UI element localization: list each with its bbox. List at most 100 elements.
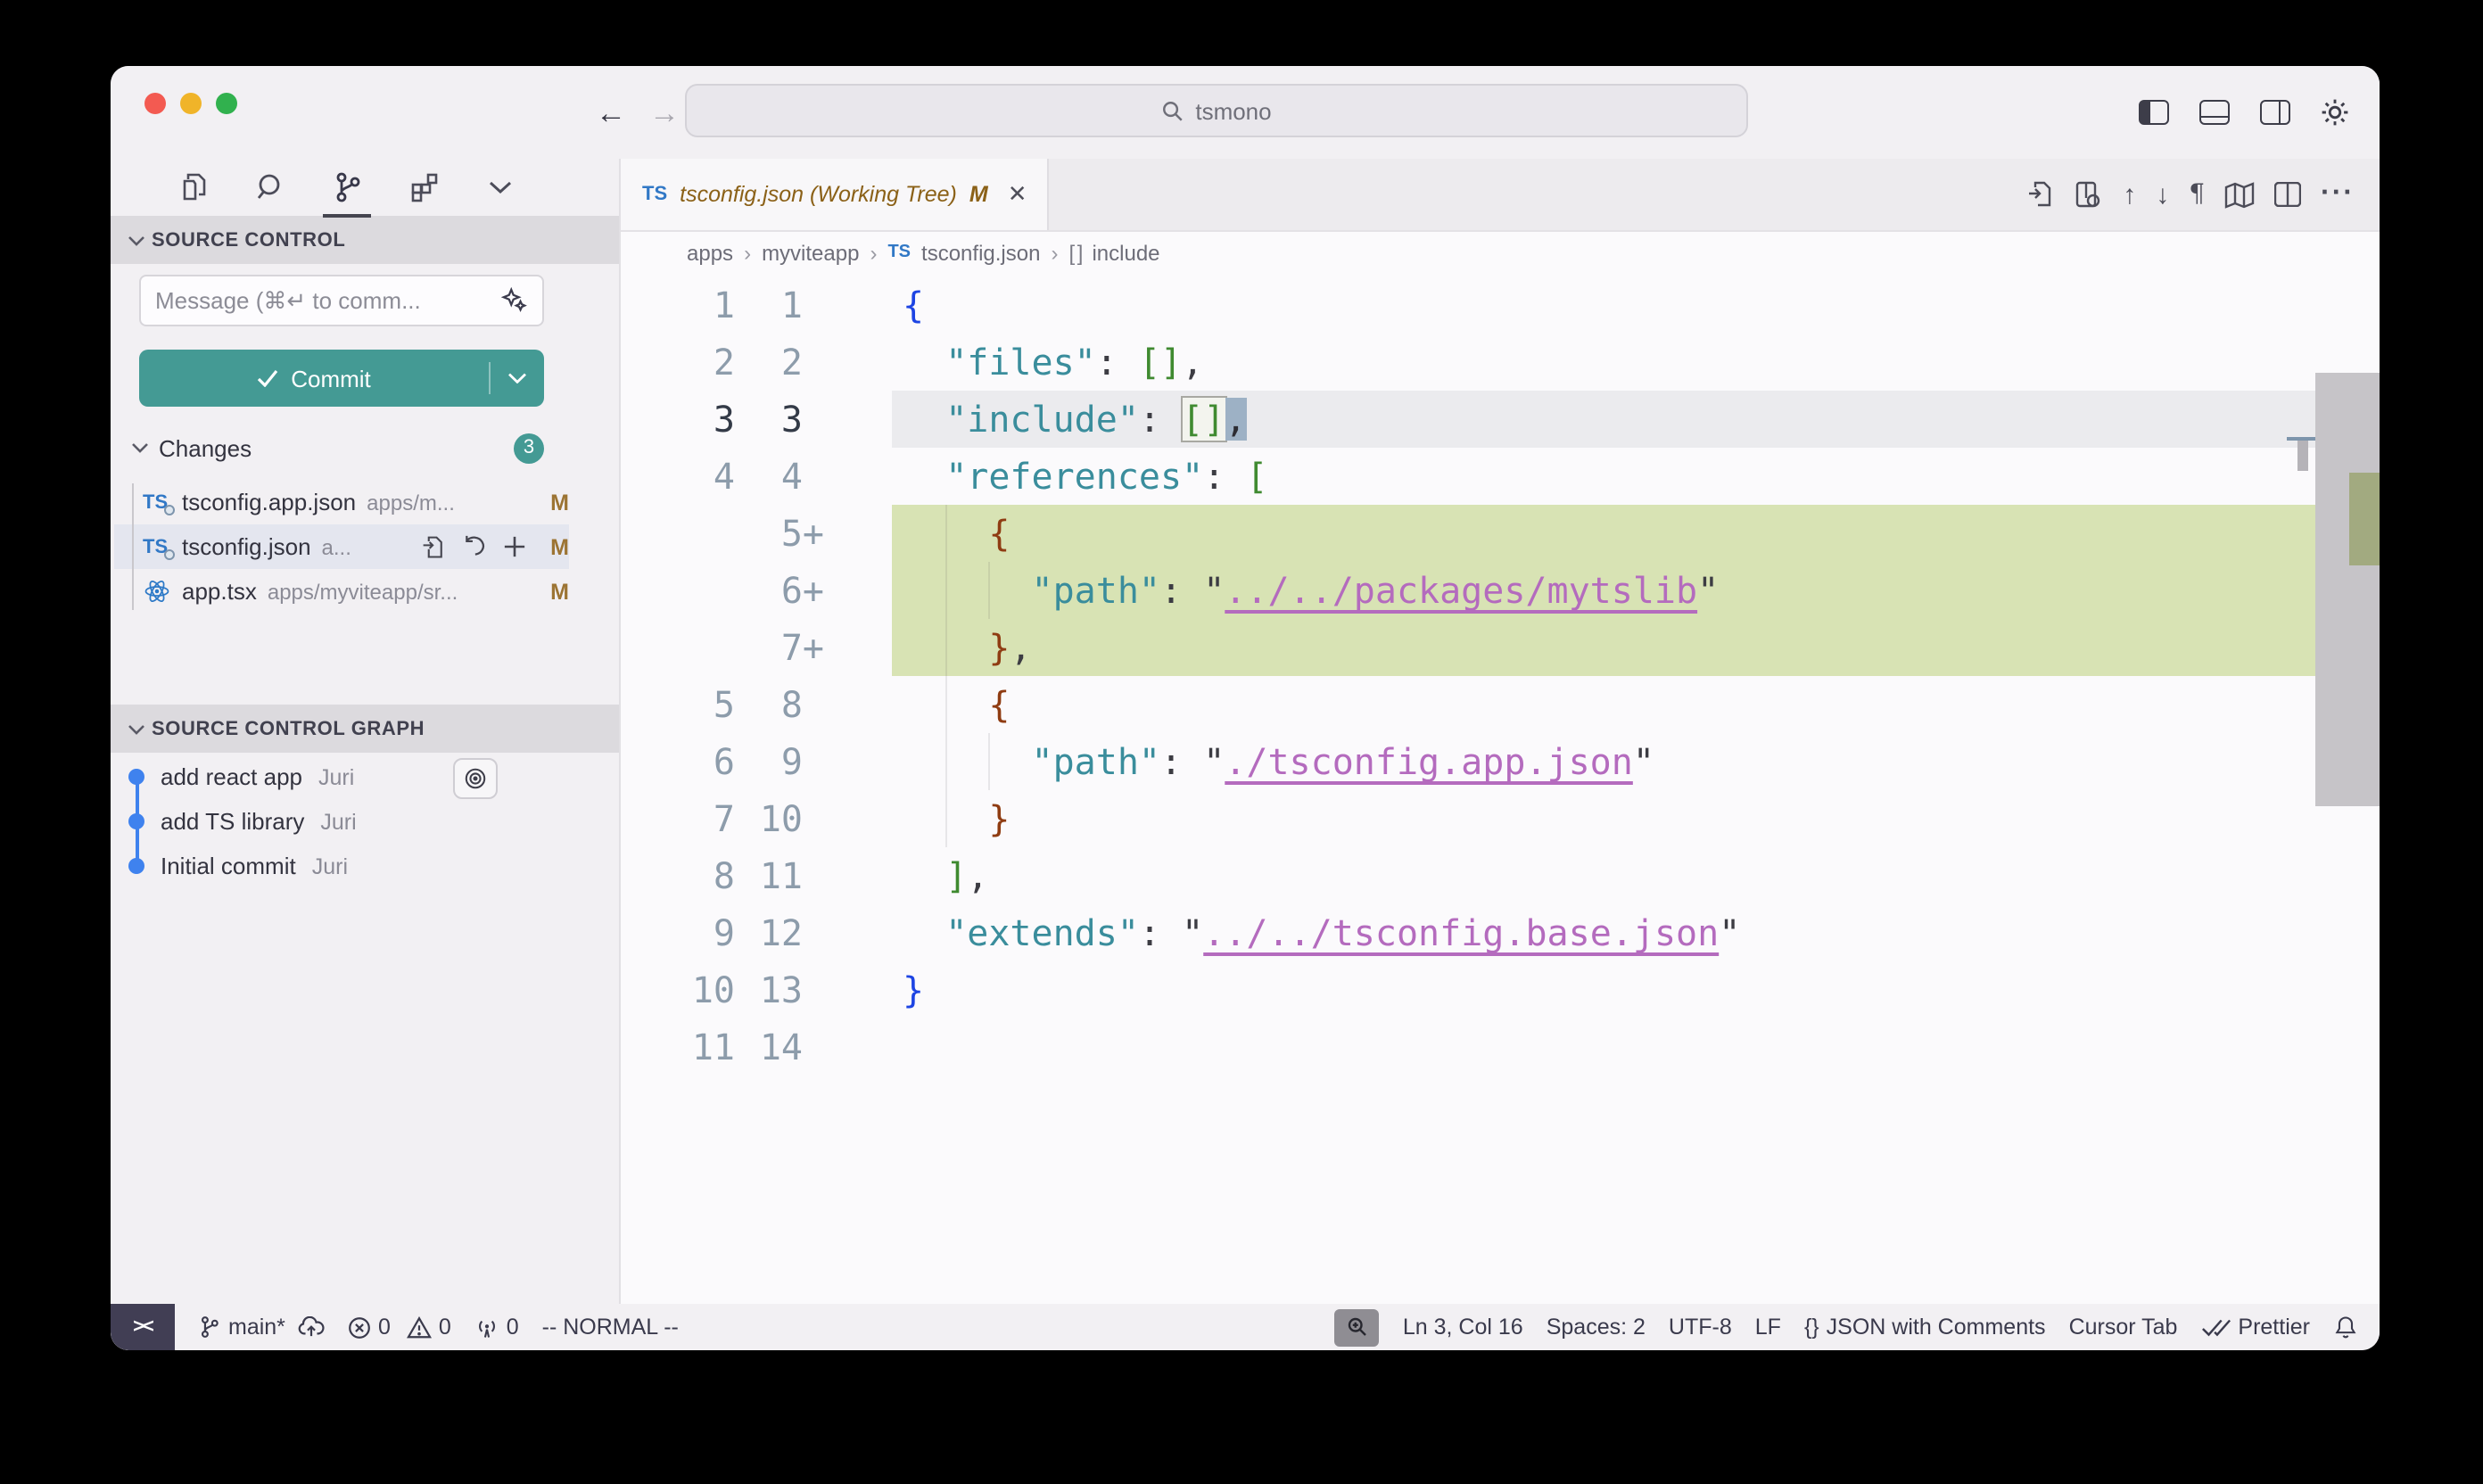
breadcrumb-tsconfig[interactable]: tsconfig.json	[921, 240, 1040, 265]
modified-line-number: 7+	[756, 619, 824, 676]
breadcrumb-myviteapp[interactable]: myviteapp	[762, 240, 859, 265]
commit-head-dot	[128, 769, 144, 785]
commit-dot	[128, 858, 144, 874]
code-line-2[interactable]: 22 "files": [],	[621, 334, 2380, 391]
extensions-icon[interactable]	[405, 169, 442, 206]
code-text: "path": "./tsconfig.app.json"	[824, 733, 2380, 790]
forward-icon[interactable]: →	[649, 97, 680, 128]
split-editor-icon[interactable]	[2274, 182, 2301, 207]
encoding: UTF-8	[1669, 1315, 1732, 1340]
commit-message: Initial commit	[161, 853, 296, 879]
zoom-status-item[interactable]	[1335, 1308, 1380, 1346]
commit-dropdown-chevron-icon[interactable]	[491, 350, 544, 407]
modified-line-number: 9	[756, 733, 824, 790]
command-center-search[interactable]: tsmono	[685, 84, 1748, 137]
sidebar: SOURCE CONTROL Message (⌘↵ to comm...	[111, 159, 621, 1304]
react-file-icon	[143, 578, 171, 605]
minimap-icon[interactable]	[2224, 181, 2255, 208]
goto-commit-target-icon[interactable]	[453, 758, 498, 799]
problems-status-item[interactable]: 0 0	[348, 1315, 451, 1340]
source-control-graph-header[interactable]: SOURCE CONTROL GRAPH	[111, 705, 619, 753]
encoding-status-item[interactable]: UTF-8	[1669, 1315, 1732, 1340]
file-path: a...	[322, 534, 351, 559]
formatter-status-item[interactable]: Prettier	[2200, 1315, 2310, 1340]
code-line-8[interactable]: 58 {	[621, 676, 2380, 733]
copilot-sparkle-icon[interactable]	[501, 287, 528, 314]
code-editor[interactable]: 11{22 "files": [],33 "include": [],44 "r…	[621, 273, 2380, 1304]
code-text: },	[824, 619, 2380, 676]
next-change-icon[interactable]: ↓	[2156, 179, 2169, 210]
scm-file-row-tsconfig.json[interactable]: TStsconfig.jsona...M	[114, 524, 569, 569]
eol-status-item[interactable]: LF	[1755, 1315, 1781, 1340]
changes-label: Changes	[159, 434, 252, 461]
close-tab-icon[interactable]: ✕	[1008, 180, 1027, 209]
toggle-primary-sidebar-icon[interactable]	[2137, 96, 2169, 128]
modified-line-number: 3	[756, 391, 824, 448]
source-control-view-icon[interactable]	[328, 169, 366, 206]
scm-file-row-tsconfig.app.json[interactable]: TStsconfig.app.jsonapps/m...M	[114, 480, 569, 524]
code-line-1[interactable]: 11{	[621, 276, 2380, 334]
search-view-icon[interactable]	[252, 169, 289, 206]
traffic-lights	[144, 93, 237, 114]
close-window-button[interactable]	[144, 93, 166, 114]
commit-button[interactable]: Commit	[139, 350, 544, 407]
cursor-position-status-item[interactable]: Ln 3, Col 16	[1403, 1315, 1523, 1340]
original-line-number	[621, 619, 756, 676]
toggle-whitespace-icon[interactable]: ¶	[2189, 180, 2205, 209]
code-line-13[interactable]: 1013}	[621, 961, 2380, 1018]
indentation: Spaces: 2	[1547, 1315, 1646, 1340]
branch-status-item[interactable]: main*	[198, 1315, 325, 1340]
commit-row-2[interactable]: add TS libraryJuri	[114, 799, 569, 844]
language-mode-status-item[interactable]: {} JSON with Comments	[1804, 1315, 2046, 1340]
source-control-section-header[interactable]: SOURCE CONTROL	[111, 216, 619, 264]
scm-file-row-app.tsx[interactable]: app.tsxapps/myviteapp/sr...M	[114, 569, 569, 614]
back-icon[interactable]: ←	[596, 97, 626, 128]
indentation-status-item[interactable]: Spaces: 2	[1547, 1315, 1646, 1340]
cursor-position: Ln 3, Col 16	[1403, 1315, 1523, 1340]
changes-file-list: TStsconfig.app.jsonapps/m...MTStsconfig.…	[111, 480, 619, 614]
settings-gear-icon[interactable]	[2319, 96, 2351, 128]
open-file-icon[interactable]	[420, 534, 445, 559]
tab-tsconfig-working-tree[interactable]: TS tsconfig.json (Working Tree) M ✕	[621, 159, 1049, 230]
breadcrumb: apps › myviteapp › TS tsconfig.json › [ …	[621, 232, 2380, 273]
zoom-window-button[interactable]	[216, 93, 237, 114]
commit-message-input[interactable]: Message (⌘↵ to comm...	[139, 275, 544, 326]
toggle-secondary-sidebar-icon[interactable]	[2258, 96, 2290, 128]
toggle-panel-icon[interactable]	[2198, 96, 2230, 128]
code-line-11[interactable]: 811 ],	[621, 847, 2380, 904]
diff-view-toggle-icon[interactable]	[2075, 180, 2103, 209]
commit-author: Juri	[320, 809, 356, 834]
code-line-5[interactable]: 5+ {	[621, 505, 2380, 562]
commit-row-3[interactable]: Initial commitJuri	[114, 844, 569, 888]
notifications-bell-icon[interactable]	[2333, 1315, 2358, 1340]
breadcrumb-include[interactable]: include	[1092, 240, 1159, 265]
stage-changes-icon[interactable]	[502, 535, 525, 558]
code-line-10[interactable]: 710 }	[621, 790, 2380, 847]
more-actions-icon[interactable]: ···	[2321, 178, 2355, 210]
breadcrumb-apps[interactable]: apps	[687, 240, 733, 265]
explorer-icon[interactable]	[175, 169, 212, 206]
additional-views-chevron-icon[interactable]	[482, 169, 519, 206]
commit-button-label: Commit	[291, 365, 371, 392]
remote-indicator[interactable]: ><	[111, 1304, 175, 1350]
code-line-14[interactable]: 1114	[621, 1018, 2380, 1076]
code-line-12[interactable]: 912 "extends": "../../tsconfig.base.json…	[621, 904, 2380, 961]
original-line-number: 9	[621, 904, 756, 961]
scrollbar-slider[interactable]	[2315, 373, 2380, 806]
code-line-3[interactable]: 33 "include": [],	[621, 391, 2380, 448]
minimize-window-button[interactable]	[180, 93, 202, 114]
changes-section-header[interactable]: Changes 3	[111, 428, 619, 467]
code-line-4[interactable]: 44 "references": [	[621, 448, 2380, 505]
code-line-7[interactable]: 7+ },	[621, 619, 2380, 676]
discard-changes-icon[interactable]	[461, 535, 486, 558]
commit-row-1[interactable]: add react appJuri	[114, 754, 569, 799]
code-line-6[interactable]: 6+ "path": "../../packages/mytslib"	[621, 562, 2380, 619]
vim-mode-indicator[interactable]: -- NORMAL --	[542, 1315, 679, 1340]
cursor-tab-status-item[interactable]: Cursor Tab	[2069, 1315, 2178, 1340]
braces-icon: {}	[1804, 1315, 1819, 1340]
code-line-9[interactable]: 69 "path": "./tsconfig.app.json"	[621, 733, 2380, 790]
ports-status-item[interactable]: 0	[474, 1315, 519, 1340]
open-changes-icon[interactable]	[2026, 180, 2055, 209]
previous-change-icon[interactable]: ↑	[2123, 179, 2136, 210]
breadcrumb-separator: ›	[1051, 240, 1058, 265]
